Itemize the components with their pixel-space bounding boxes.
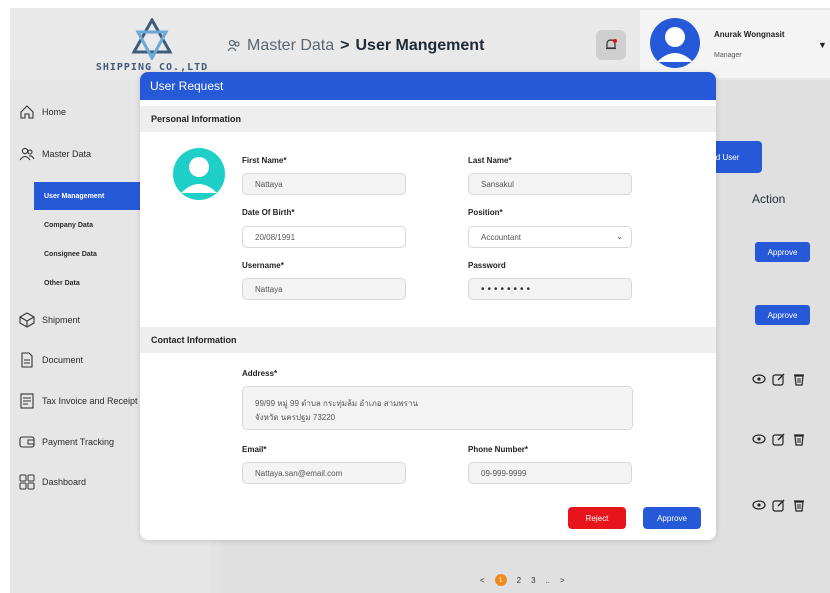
- avatar: [173, 148, 225, 200]
- grid-icon: [18, 473, 36, 491]
- user-request-modal: User Request Personal Information First …: [140, 72, 716, 540]
- wallet-icon: [18, 433, 36, 451]
- sidebar-item-label: Dashboard: [42, 477, 87, 487]
- user-icon: [181, 157, 217, 193]
- dob-field[interactable]: 20/08/1991: [242, 226, 406, 248]
- breadcrumb: Master Data > User Mangement: [227, 37, 484, 55]
- breadcrumb-section[interactable]: Master Data: [247, 37, 334, 55]
- pager-ellipsis: ..: [545, 575, 551, 585]
- breadcrumb-separator: >: [340, 37, 350, 54]
- email-label: Email*: [242, 445, 267, 454]
- pagination: < 1 2 3 .. >: [480, 574, 565, 586]
- last-name-field[interactable]: Sansakul: [468, 173, 632, 195]
- eye-icon[interactable]: [752, 372, 766, 386]
- edit-icon[interactable]: [772, 432, 786, 446]
- pager-page[interactable]: 3: [531, 576, 535, 585]
- notification-button[interactable]: [596, 30, 626, 60]
- position-select[interactable]: Accountant ⌄: [468, 226, 632, 248]
- row-actions: [752, 372, 806, 386]
- personal-info-section-header: Personal Information: [140, 106, 716, 132]
- username-field[interactable]: Nattaya: [242, 278, 406, 300]
- bell-icon: [606, 39, 617, 50]
- trash-icon[interactable]: [792, 498, 806, 512]
- breadcrumb-current: User Mangement: [355, 37, 485, 54]
- row-approve-button[interactable]: Approve: [755, 305, 810, 325]
- document-icon: [18, 351, 36, 369]
- address-field[interactable]: 99/99 หมู่ 99 ตำบล กระทุ่มล้ม อำเภอ สามพ…: [242, 386, 633, 430]
- sidebar-item-label: Tax Invoice and Receipt: [42, 396, 138, 406]
- pager-next-button[interactable]: >: [560, 576, 565, 585]
- trash-icon[interactable]: [792, 432, 806, 446]
- sidebar-item-label: Home: [42, 107, 67, 117]
- eye-icon[interactable]: [752, 432, 766, 446]
- phone-label: Phone Number*: [468, 445, 529, 454]
- edit-icon[interactable]: [772, 372, 786, 386]
- position-label: Position*: [468, 208, 503, 217]
- top-bar: SHIPPING CO.,LTD Master Data > User Mang…: [10, 8, 830, 80]
- user-name: Anurak Wongnasit: [714, 30, 785, 39]
- first-name-field[interactable]: Nattaya: [242, 173, 406, 195]
- modal-title: User Request: [140, 72, 716, 100]
- trash-icon[interactable]: [792, 372, 806, 386]
- users-icon: [227, 39, 240, 52]
- address-line-2: จังหวัด นครปฐม 73220: [255, 413, 336, 422]
- avatar: [650, 18, 700, 68]
- chevron-down-icon: ⌄: [616, 232, 623, 241]
- username-label: Username*: [242, 261, 284, 270]
- screen: SHIPPING CO.,LTD Master Data > User Mang…: [0, 0, 830, 593]
- company-logo: SHIPPING CO.,LTD: [72, 18, 232, 76]
- home-icon: [18, 103, 36, 121]
- edit-icon[interactable]: [772, 498, 786, 512]
- user-icon: [657, 27, 693, 62]
- sidebar-item-label: Master Data: [42, 149, 92, 159]
- pager-prev-button[interactable]: <: [480, 576, 485, 585]
- pager-page[interactable]: 2: [517, 576, 521, 585]
- eye-icon[interactable]: [752, 498, 766, 512]
- email-field[interactable]: Nattaya.san@email.com: [242, 462, 406, 484]
- sidebar-item-label: Shipment: [42, 315, 81, 325]
- users-icon: [18, 145, 36, 163]
- address-label: Address*: [242, 369, 278, 378]
- last-name-label: Last Name*: [468, 156, 512, 165]
- reject-button[interactable]: Reject: [568, 507, 626, 529]
- phone-field[interactable]: 09-999-9999: [468, 462, 632, 484]
- row-actions: [752, 432, 806, 446]
- password-field[interactable]: ••••••••: [468, 278, 632, 300]
- address-line-1: 99/99 หมู่ 99 ตำบล กระทุ่มล้ม อำเภอ สามพ…: [255, 399, 418, 408]
- position-select-value: Accountant: [481, 232, 522, 242]
- password-label: Password: [468, 261, 506, 270]
- row-actions: [752, 498, 806, 512]
- first-name-label: First Name*: [242, 156, 287, 165]
- sidebar-item-label: Payment Tracking: [42, 437, 115, 447]
- receipt-icon: [18, 392, 36, 410]
- dob-label: Date Of Birth*: [242, 208, 295, 217]
- box-icon: [18, 311, 36, 329]
- user-role: Manager: [714, 52, 742, 59]
- logo-mark-icon: [131, 18, 173, 60]
- contact-info-section-header: Contact Information: [140, 327, 716, 353]
- password-value: ••••••••: [481, 283, 534, 295]
- user-menu[interactable]: Anurak Wongnasit Manager ▼: [640, 10, 830, 78]
- action-column-header: Action: [752, 192, 786, 206]
- sidebar-item-label: Document: [42, 355, 84, 365]
- pager-page-current[interactable]: 1: [494, 574, 507, 586]
- row-approve-button[interactable]: Approve: [755, 242, 810, 262]
- approve-button[interactable]: Approve: [643, 507, 701, 529]
- chevron-down-icon[interactable]: ▼: [818, 40, 827, 50]
